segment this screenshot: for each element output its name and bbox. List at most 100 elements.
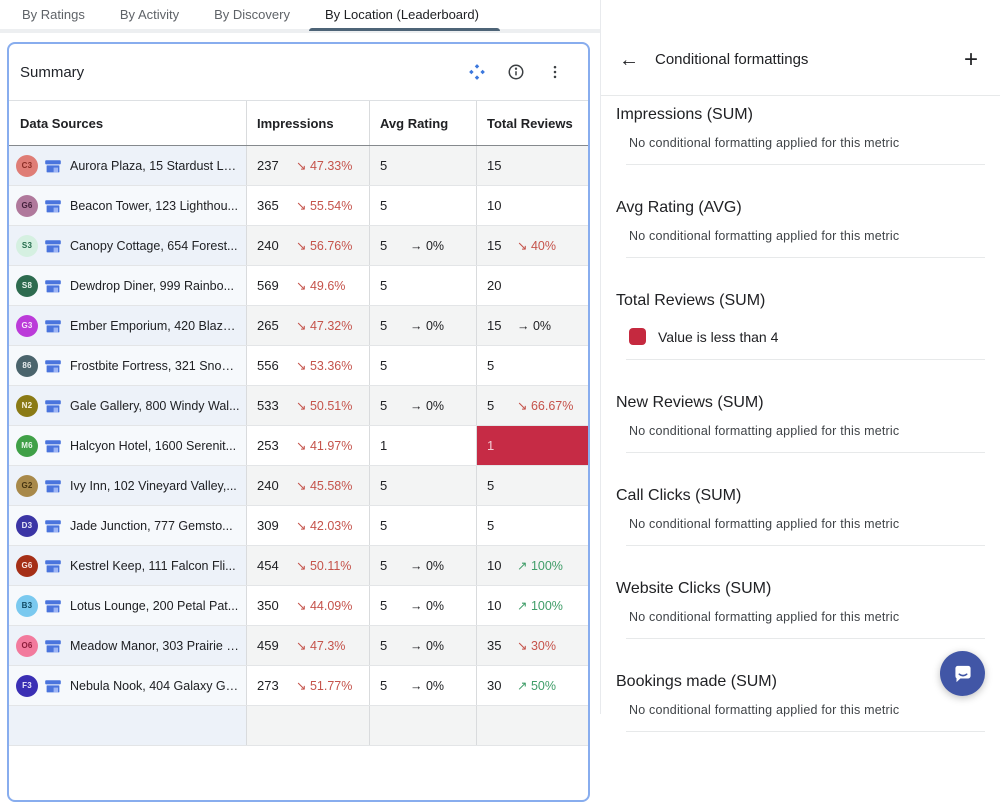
- data-source-name: Dewdrop Diner, 999 Rainbo...: [70, 279, 246, 293]
- storefront-icon: [44, 597, 62, 615]
- total-reviews-cell: 5: [477, 466, 588, 505]
- impressions-value: 265: [257, 318, 296, 333]
- avg-rating-value: 5: [380, 638, 410, 653]
- impressions-trend: ↘ 47.3%: [296, 638, 345, 653]
- total-reviews-cell: 30↗ 50%: [477, 666, 588, 705]
- tab-by-discovery[interactable]: By Discovery: [214, 0, 290, 31]
- column-header-data-sources[interactable]: Data Sources: [9, 101, 247, 145]
- impressions-value: 533: [257, 398, 296, 413]
- tab-by-location-leaderboard[interactable]: By Location (Leaderboard): [325, 0, 479, 31]
- total-reviews-value: 15: [487, 158, 517, 173]
- impressions-cell: 265↘ 47.32%: [247, 306, 370, 345]
- avg-rating-value: 5: [380, 398, 410, 413]
- avg-rating-value: 5: [380, 238, 410, 253]
- impressions-trend: ↘ 47.32%: [296, 318, 352, 333]
- avg-rating-cell: 5: [370, 146, 477, 185]
- impressions-cell: 273↘ 51.77%: [247, 666, 370, 705]
- report-pane: By Ratings By Activity By Discovery By L…: [0, 0, 600, 714]
- total-reviews-trend: ↗ 50%: [517, 678, 556, 693]
- avg-rating-value: 5: [380, 518, 410, 533]
- tab-by-ratings[interactable]: By Ratings: [22, 0, 85, 31]
- table-row: G6 Kestrel Keep, 111 Falcon Fli... 454↘ …: [9, 546, 588, 586]
- tab-by-activity[interactable]: By Activity: [120, 0, 179, 31]
- storefront-icon: [44, 237, 62, 255]
- avg-rating-value: 5: [380, 678, 410, 693]
- column-header-impressions[interactable]: Impressions: [247, 101, 370, 145]
- avg-rating-cell: 5→ 0%: [370, 626, 477, 665]
- data-source-cell: B3 Lotus Lounge, 200 Petal Pat...: [9, 586, 247, 625]
- avg-rating-cell: 5→ 0%: [370, 546, 477, 585]
- avatar: S3: [16, 235, 38, 257]
- avg-rating-trend: → 0%: [410, 239, 444, 253]
- data-source-name: Beacon Tower, 123 Lighthou...: [70, 199, 246, 213]
- avatar: G6: [16, 195, 38, 217]
- storefront-icon: [44, 477, 62, 495]
- data-source-cell: [9, 706, 247, 745]
- data-source-name: Frostbite Fortress, 321 Snow...: [70, 359, 246, 373]
- storefront-icon: [44, 517, 62, 535]
- table-row: O6 Meadow Manor, 303 Prairie P... 459↘ 4…: [9, 626, 588, 666]
- tab-bar: By Ratings By Activity By Discovery By L…: [0, 0, 600, 33]
- avatar: 86: [16, 355, 38, 377]
- total-reviews-value: 1: [487, 438, 517, 453]
- total-reviews-value: 5: [487, 478, 517, 493]
- avg-rating-cell: 5: [370, 506, 477, 545]
- total-reviews-value: 5: [487, 518, 517, 533]
- impressions-trend: ↘ 49.6%: [296, 278, 345, 293]
- panel-title: Conditional formattings: [655, 51, 808, 68]
- data-source-name: Ivy Inn, 102 Vineyard Valley,...: [70, 479, 246, 493]
- metric-status[interactable]: Value is less than 4: [629, 328, 985, 345]
- section-divider: [626, 545, 985, 546]
- impressions-trend: ↘ 50.11%: [296, 558, 351, 573]
- table-row: N2 Gale Gallery, 800 Windy Wal... 533↘ 5…: [9, 386, 588, 426]
- back-arrow-icon[interactable]: ←: [619, 50, 639, 70]
- impressions-value: 240: [257, 478, 296, 493]
- data-source-cell: D3 Jade Junction, 777 Gemsto...: [9, 506, 247, 545]
- total-reviews-cell: 20: [477, 266, 588, 305]
- total-reviews-cell: 1: [477, 426, 588, 465]
- storefront-icon: [44, 197, 62, 215]
- add-formatting-icon[interactable]: +: [964, 48, 978, 72]
- data-source-name: Lotus Lounge, 200 Petal Pat...: [70, 599, 246, 613]
- impressions-cell: 240↘ 56.76%: [247, 226, 370, 265]
- impressions-cell: 237↘ 47.33%: [247, 146, 370, 185]
- total-reviews-cell: 35↘ 30%: [477, 626, 588, 665]
- chat-bubble-icon: [950, 661, 976, 687]
- avg-rating-value: 5: [380, 198, 410, 213]
- total-reviews-value: 5: [487, 358, 517, 373]
- move-icon[interactable]: [468, 63, 486, 81]
- metric-title: Total Reviews (SUM): [616, 292, 985, 310]
- metric-title: Impressions (SUM): [616, 106, 985, 124]
- data-source-name: Jade Junction, 777 Gemsto...: [70, 519, 246, 533]
- impressions-value: 365: [257, 198, 296, 213]
- conditional-formatting-panel: ← Conditional formattings + Impressions …: [600, 0, 1000, 714]
- rule-text: Value is less than 4: [658, 329, 778, 345]
- column-header-total-reviews[interactable]: Total Reviews: [477, 101, 588, 145]
- impressions-cell: 459↘ 47.3%: [247, 626, 370, 665]
- data-source-name: Halcyon Hotel, 1600 Serenit...: [70, 439, 246, 453]
- section-divider: [626, 359, 985, 360]
- avatar: O6: [16, 635, 38, 657]
- avg-rating-cell: 5: [370, 266, 477, 305]
- data-source-cell: O6 Meadow Manor, 303 Prairie P...: [9, 626, 247, 665]
- info-icon[interactable]: [507, 63, 525, 81]
- total-reviews-trend: ↘ 40%: [517, 238, 556, 253]
- impressions-trend: ↘ 53.36%: [296, 358, 352, 373]
- impressions-trend: ↘ 45.58%: [296, 478, 352, 493]
- impressions-value: 454: [257, 558, 296, 573]
- metric-status: No conditional formatting applied for th…: [629, 229, 985, 243]
- kebab-menu-icon[interactable]: [546, 63, 564, 81]
- avg-rating-value: 1: [380, 438, 410, 453]
- metric-title: Avg Rating (AVG): [616, 199, 985, 217]
- total-reviews-value: 30: [487, 678, 517, 693]
- avatar: M6: [16, 435, 38, 457]
- chat-button[interactable]: [940, 651, 985, 696]
- metric-section: Impressions (SUM) No conditional formatt…: [601, 96, 1000, 165]
- column-header-avg-rating[interactable]: Avg Rating: [370, 101, 477, 145]
- data-source-cell: G6 Kestrel Keep, 111 Falcon Fli...: [9, 546, 247, 585]
- impressions-value: 240: [257, 238, 296, 253]
- avg-rating-value: 5: [380, 318, 410, 333]
- total-reviews-value: 20: [487, 278, 517, 293]
- avg-rating-trend: → 0%: [410, 559, 444, 573]
- total-reviews-cell: 5: [477, 506, 588, 545]
